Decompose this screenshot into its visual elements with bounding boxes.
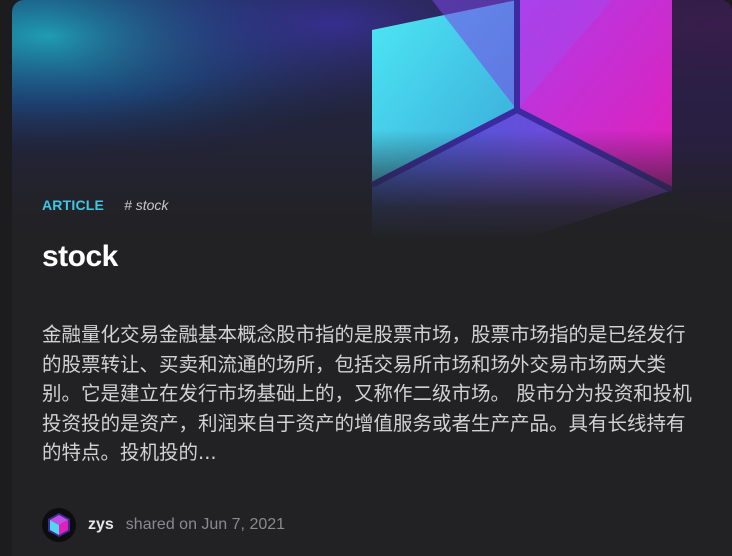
post-card[interactable]: ARTICLE # stock stock 金融量化交易金融基本概念股市指的是股… (12, 0, 732, 556)
category-link[interactable]: ARTICLE (42, 197, 104, 213)
author-name[interactable]: zys (88, 516, 114, 534)
post-excerpt: 金融量化交易金融基本概念股市指的是股票市场，股票市场指的是已经发行的股票转让、买… (42, 323, 692, 464)
shared-date: shared on Jun 7, 2021 (125, 516, 286, 533)
post-meta: ARTICLE # stock (42, 197, 168, 213)
hexagon-logo-icon (48, 513, 70, 537)
post-title[interactable]: stock (42, 240, 118, 274)
tag-link[interactable]: # stock (124, 197, 168, 213)
cover-fade (12, 130, 732, 240)
avatar[interactable] (42, 508, 76, 542)
author-info: zys shared on Jun 7, 2021 (42, 508, 285, 542)
